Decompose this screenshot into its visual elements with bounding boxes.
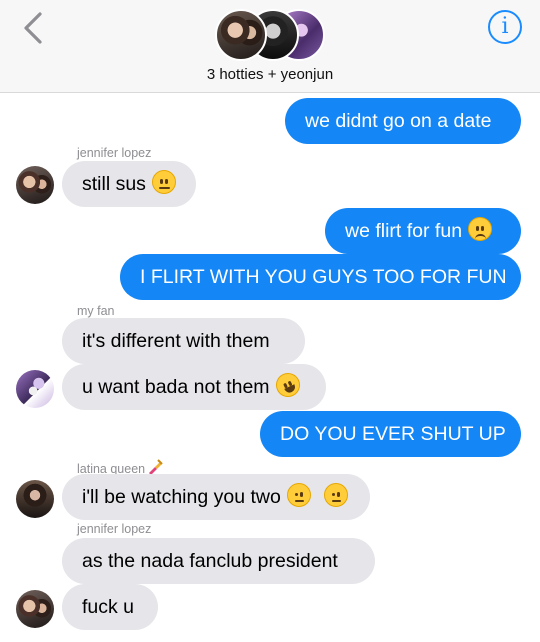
incoming-message[interactable]: fuck u (62, 584, 158, 630)
info-button[interactable]: i (488, 10, 522, 44)
raised-eyebrow-face-icon (287, 483, 312, 507)
rolling-laughing-face-icon (272, 369, 304, 401)
neutral-face-icon (152, 170, 177, 194)
frowning-face-icon (468, 217, 493, 241)
outgoing-message[interactable]: I FLIRT WITH YOU GUYS TOO FOR FUN (120, 254, 521, 300)
incoming-message[interactable]: u want bada not them (62, 364, 326, 410)
incoming-message[interactable]: as the nada fanclub president (62, 538, 375, 584)
info-icon: i (501, 14, 509, 39)
incoming-message[interactable]: still sus (62, 161, 196, 207)
chevron-left-icon (24, 12, 42, 44)
sender-name: jennifer lopez (77, 522, 152, 536)
avatar (215, 9, 267, 61)
avatar-jennifer-lopez[interactable] (16, 590, 54, 628)
outgoing-message[interactable]: we didnt go on a date (285, 98, 521, 144)
group-title[interactable]: 3 hotties + yeonjun (0, 66, 540, 83)
avatar-my-fan[interactable] (16, 370, 54, 408)
sender-name: jennifer lopez (77, 146, 152, 160)
group-avatars[interactable] (215, 9, 325, 63)
outgoing-message[interactable]: DO YOU EVER SHUT UP (260, 411, 521, 457)
back-button[interactable] (18, 10, 48, 46)
avatar-latina-queen[interactable] (16, 480, 54, 518)
incoming-message[interactable]: i'll be watching you two (62, 474, 370, 520)
message-list[interactable]: we didnt go on a date jennifer lopez sti… (0, 94, 540, 642)
nail-polish-icon (149, 459, 163, 475)
raised-eyebrow-face-icon (323, 483, 348, 507)
avatar-jennifer-lopez[interactable] (16, 166, 54, 204)
outgoing-message[interactable]: we flirt for fun (325, 208, 521, 254)
incoming-message[interactable]: it's different with them (62, 318, 305, 364)
sender-name: my fan (77, 304, 115, 318)
conversation-header: 3 hotties + yeonjun i (0, 0, 540, 93)
